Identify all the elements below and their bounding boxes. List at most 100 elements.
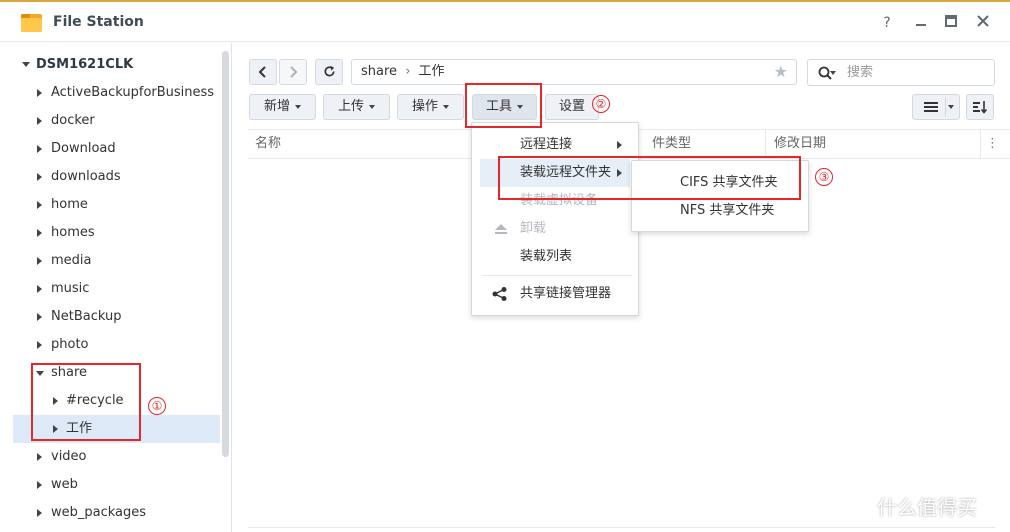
- expand-arrow-icon[interactable]: [37, 201, 42, 209]
- title-bar: File Station ?: [0, 4, 1010, 42]
- upload-button-label: 上传: [337, 99, 364, 114]
- expand-arrow-icon[interactable]: [37, 341, 42, 349]
- expand-arrow-icon[interactable]: [37, 285, 42, 293]
- action-button[interactable]: 操作: [397, 94, 464, 120]
- path-current[interactable]: 工作: [419, 64, 445, 79]
- tree-item-label: docker: [51, 113, 95, 128]
- settings-button[interactable]: 设置: [545, 94, 599, 120]
- menu-divider: [482, 275, 632, 276]
- tree-item-label: ActiveBackupforBusiness: [51, 85, 215, 100]
- menu-item-label: 共享链接管理器: [520, 286, 612, 301]
- search-dropdown-icon[interactable]: [830, 71, 836, 75]
- path-bar[interactable]: share › 工作 ★: [351, 59, 797, 85]
- maximize-icon[interactable]: [940, 12, 962, 34]
- search-box[interactable]: 搜索: [807, 59, 995, 86]
- menu-item-label: NFS 共享文件夹: [680, 203, 775, 218]
- submenu-arrow-icon: [617, 141, 622, 149]
- tree-item-photo[interactable]: photo: [0, 331, 220, 359]
- tree-item-media[interactable]: media: [0, 247, 220, 275]
- column-menu-icon[interactable]: ⋮: [986, 130, 999, 158]
- minimize-icon[interactable]: [910, 12, 932, 34]
- tree-item-home[interactable]: home: [0, 191, 220, 219]
- folder-tree-sidebar: DSM1621CLK ActiveBackupforBusiness docke…: [0, 43, 232, 532]
- tree-item-video[interactable]: video: [0, 443, 220, 471]
- tree-item-label: web: [51, 477, 78, 492]
- sort-button[interactable]: [966, 94, 994, 120]
- share-icon: [492, 287, 507, 301]
- settings-button-label: 设置: [558, 99, 585, 114]
- back-button[interactable]: [249, 59, 277, 85]
- list-bottom-divider: [248, 527, 995, 528]
- expand-arrow-icon[interactable]: [37, 481, 42, 489]
- expand-arrow-icon[interactable]: [37, 509, 42, 517]
- expand-arrow-icon[interactable]: [37, 257, 42, 265]
- tree-item-web[interactable]: web: [0, 471, 220, 499]
- collapse-arrow-icon[interactable]: [22, 62, 30, 67]
- tree-item-label: homes: [51, 225, 95, 240]
- path-root[interactable]: share: [361, 64, 397, 79]
- tree-item-label: Download: [51, 141, 116, 156]
- expand-arrow-icon[interactable]: [37, 117, 42, 125]
- tree-item-downloads[interactable]: downloads: [0, 163, 220, 191]
- folder-app-icon: [21, 14, 42, 32]
- sidebar-scrollbar[interactable]: [222, 51, 229, 457]
- caret-down-icon: [295, 104, 301, 109]
- column-modified[interactable]: 修改日期: [774, 130, 826, 158]
- star-icon[interactable]: ★: [774, 60, 788, 84]
- tree-item-label: photo: [51, 337, 89, 352]
- close-icon[interactable]: [972, 12, 994, 34]
- annotation-box-mount-cifs: [498, 156, 801, 200]
- menu-item-nfs[interactable]: NFS 共享文件夹: [632, 197, 808, 225]
- menu-item-label: 远程连接: [520, 137, 573, 152]
- tools-menu: 远程连接 装载远程文件夹 装载虚拟设备 卸载 装载列表 共享链接管理器: [471, 122, 639, 316]
- forward-button[interactable]: [279, 59, 307, 85]
- expand-arrow-icon[interactable]: [37, 173, 42, 181]
- sort-icon: [973, 100, 988, 114]
- tree-item-netbackup[interactable]: NetBackup: [0, 303, 220, 331]
- caret-down-icon: [369, 104, 375, 109]
- column-type[interactable]: 件类型: [652, 130, 691, 158]
- column-name[interactable]: 名称: [255, 130, 281, 158]
- search-placeholder: 搜索: [847, 65, 874, 80]
- tree-item-homes[interactable]: homes: [0, 219, 220, 247]
- expand-arrow-icon[interactable]: [37, 453, 42, 461]
- chevron-right-icon: [290, 65, 298, 78]
- refresh-button[interactable]: [315, 59, 343, 85]
- tree-item-label: NetBackup: [51, 309, 122, 324]
- tree-item-label: video: [51, 449, 87, 464]
- tree-item-docker[interactable]: docker: [0, 107, 220, 135]
- caret-down-icon: [443, 104, 449, 109]
- tree-item-label: downloads: [51, 169, 121, 184]
- annotation-number-one: ①: [148, 397, 166, 415]
- upload-button[interactable]: 上传: [323, 94, 390, 120]
- tree-item-label: web_packages: [51, 505, 147, 520]
- file-station-window: File Station ? DSM1621CLK ActiveBackupfo…: [0, 0, 1010, 532]
- expand-arrow-icon[interactable]: [37, 145, 42, 153]
- tree-item-activebackup[interactable]: ActiveBackupforBusiness: [0, 79, 220, 107]
- annotation-number-three: ③: [815, 168, 833, 186]
- expand-arrow-icon[interactable]: [37, 313, 42, 321]
- caret-down-icon[interactable]: [948, 105, 954, 109]
- tree-root[interactable]: DSM1621CLK: [22, 57, 133, 72]
- tree-item-label: music: [51, 281, 90, 296]
- tree-item-music[interactable]: music: [0, 275, 220, 303]
- menu-item-mount-list[interactable]: 装载列表: [472, 243, 638, 271]
- new-button-label: 新增: [263, 99, 290, 114]
- menu-item-share-link-manager[interactable]: 共享链接管理器: [472, 280, 638, 308]
- path-separator: ›: [405, 64, 411, 79]
- view-mode-button[interactable]: [912, 94, 960, 120]
- watermark-text: 什么值得买: [877, 495, 977, 520]
- tree-item-download[interactable]: Download: [0, 135, 220, 163]
- menu-item-remote-connect[interactable]: 远程连接: [472, 131, 638, 159]
- tree-item-web-packages[interactable]: web_packages: [0, 499, 220, 527]
- expand-arrow-icon[interactable]: [37, 229, 42, 237]
- help-icon[interactable]: ?: [876, 12, 898, 34]
- app-title: File Station: [53, 14, 144, 30]
- annotation-number-two: ②: [592, 95, 610, 113]
- eject-icon: [495, 224, 507, 234]
- annotation-box-tools: [465, 83, 542, 128]
- expand-arrow-icon[interactable]: [37, 89, 42, 97]
- menu-item-label: 卸载: [520, 221, 547, 236]
- new-button[interactable]: 新增: [249, 94, 316, 120]
- watermark: 值什么值得买: [843, 488, 977, 524]
